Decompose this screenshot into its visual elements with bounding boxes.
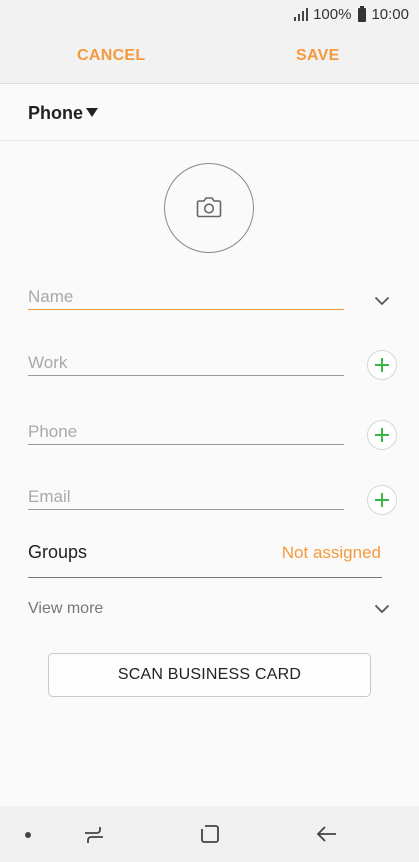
dot-icon[interactable] [24, 831, 32, 839]
recent-apps-icon[interactable] [83, 825, 105, 845]
expand-name-chevron-icon[interactable] [374, 296, 390, 306]
status-bar: 100% 10:00 [0, 0, 419, 32]
email-field-container [28, 485, 344, 510]
phone-field-container [28, 420, 344, 445]
scan-business-card-button[interactable]: SCAN BUSINESS CARD [48, 653, 371, 697]
name-field[interactable] [28, 285, 344, 309]
cancel-button[interactable]: CANCEL [77, 47, 145, 65]
signal-icon [294, 8, 309, 21]
status-icons: 100% 10:00 [294, 5, 409, 23]
battery-percentage: 100% [313, 6, 352, 23]
add-work-button[interactable] [367, 350, 397, 380]
camera-icon [196, 197, 222, 218]
action-bar: CANCEL SAVE [0, 32, 419, 84]
caret-down-icon [86, 108, 98, 117]
phone-field[interactable] [28, 420, 344, 444]
view-more-link[interactable]: View more [28, 600, 103, 618]
add-photo-button[interactable] [164, 163, 254, 253]
work-field-container [28, 351, 344, 376]
contact-form: Groups Not assigned View more SCAN BUSIN… [0, 141, 419, 806]
view-more-chevron-icon[interactable] [374, 604, 390, 614]
save-button[interactable]: SAVE [296, 47, 340, 65]
home-icon[interactable] [200, 824, 220, 844]
name-field-container [28, 285, 344, 310]
work-field[interactable] [28, 351, 344, 375]
plus-icon [375, 428, 389, 442]
add-email-button[interactable] [367, 485, 397, 515]
plus-icon [375, 493, 389, 507]
plus-icon [375, 358, 389, 372]
groups-label[interactable]: Groups [28, 542, 87, 563]
navigation-bar [0, 806, 419, 862]
clock: 10:00 [371, 6, 409, 23]
groups-value[interactable]: Not assigned [282, 543, 381, 563]
storage-account-selector[interactable]: Phone [0, 84, 419, 141]
account-label: Phone [28, 103, 84, 123]
back-icon[interactable] [316, 825, 338, 843]
add-phone-button[interactable] [367, 420, 397, 450]
groups-divider [28, 577, 382, 578]
battery-icon [358, 5, 367, 22]
email-field[interactable] [28, 485, 344, 509]
